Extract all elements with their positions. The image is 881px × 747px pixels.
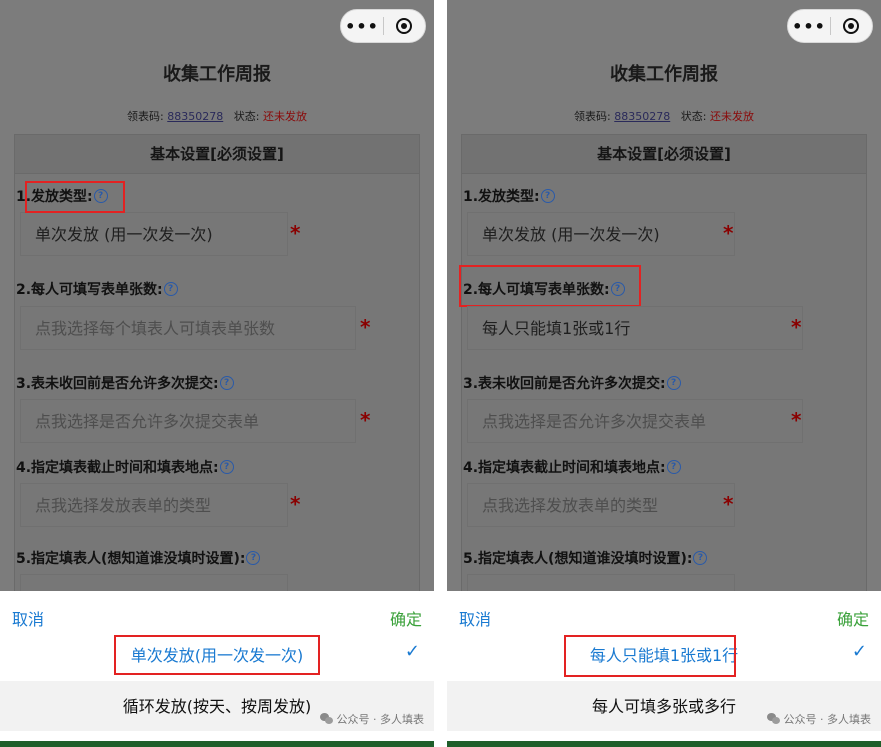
help-icon[interactable]: ? [246,551,261,565]
deadline-location-select[interactable]: 点我选择发放表单的类型 [20,483,288,527]
required-mark: * [360,315,371,339]
target-close-icon[interactable] [831,18,872,34]
form-code[interactable]: 88350278 [167,110,223,123]
required-mark: * [723,221,734,245]
form-meta: 领表码: 88350278 状态: 还未发放 [447,108,881,124]
help-icon[interactable]: ? [540,189,555,203]
phone-screen-left: ••• 收集工作周报 领表码: 88350278 状态: 还未发放 基本设置[必… [0,0,434,747]
question-multi-submit: 3.表未收回前是否允许多次提交: ? [463,373,681,393]
mini-program-capsule: ••• [787,9,873,43]
status-badge: 还未发放 [262,110,307,123]
issue-type-select[interactable]: 单次发放 (用一次发一次) [20,212,288,256]
issue-type-select[interactable]: 单次发放 (用一次发一次) [467,212,735,256]
question-label: 3.表未收回前是否允许多次提交: [16,376,219,392]
help-icon[interactable]: ? [163,282,178,296]
status-label: 状态: [233,110,260,123]
wechat-icon [319,713,334,725]
highlight-box [564,635,736,677]
sheets-per-person-select[interactable]: 点我选择每个填表人可填表单张数 [20,306,356,350]
check-icon: ✓ [851,641,867,662]
help-icon[interactable]: ? [666,376,681,390]
picker-sheet: 取消 确定 单次发放(用一次发一次) ✓ 循环发放(按天、按周发放) 公众号 ·… [0,591,434,747]
question-assign-fillers: 5.指定填表人(想知道谁没填时设置): ? [16,548,261,568]
question-label: 5.指定填表人(想知道谁没填时设置): [16,551,246,567]
required-mark: * [791,408,802,432]
required-mark: * [290,221,301,245]
multi-submit-select[interactable]: 点我选择是否允许多次提交表单 [20,399,356,443]
question-assign-fillers: 5.指定填表人(想知道谁没填时设置): ? [463,548,708,568]
form-meta: 领表码: 88350278 状态: 还未发放 [0,108,434,124]
question-deadline-location: 4.指定填表截止时间和填表地点: ? [16,457,234,477]
target-close-icon[interactable] [384,18,425,34]
help-icon[interactable]: ? [219,460,234,474]
mini-program-capsule: ••• [340,9,426,43]
status-badge: 还未发放 [709,110,754,123]
page-title: 收集工作周报 [163,64,271,85]
question-sheets-per-person: 2.每人可填写表单张数: ? [16,279,178,299]
more-dots-icon[interactable]: ••• [341,17,383,36]
question-deadline-location: 4.指定填表截止时间和填表地点: ? [463,457,681,477]
help-icon[interactable]: ? [666,460,681,474]
wechat-icon [766,713,781,725]
card-header: 基本设置[必须设置] [462,135,866,174]
watermark-text: 公众号 · 多人填表 [783,713,872,726]
question-multi-submit: 3.表未收回前是否允许多次提交: ? [16,373,234,393]
highlight-box [25,181,125,213]
picker-option[interactable]: 循环发放(按天、按周发放) 公众号 · 多人填表 [0,681,434,731]
question-label: 4.指定填表截止时间和填表地点: [463,460,666,476]
required-mark: * [723,492,734,516]
bottom-bar [0,741,434,747]
question-label: 5.指定填表人(想知道谁没填时设置): [463,551,693,567]
check-icon: ✓ [404,641,420,662]
picker-option[interactable]: 每人可填多张或多行 公众号 · 多人填表 [447,681,881,731]
highlight-box [459,265,641,307]
help-icon[interactable]: ? [693,551,708,565]
code-label: 领表码: [574,110,611,123]
required-mark: * [290,492,301,516]
required-mark: * [360,408,371,432]
question-label: 1.发放类型: [463,189,540,205]
question-issue-type: 1.发放类型: ? [463,186,555,206]
page-title: 收集工作周报 [610,64,718,85]
sheets-per-person-select[interactable]: 每人只能填1张或1行 [467,306,803,350]
question-label: 3.表未收回前是否允许多次提交: [463,376,666,392]
form-code[interactable]: 88350278 [614,110,670,123]
card-header: 基本设置[必须设置] [15,135,419,174]
help-icon[interactable]: ? [219,376,234,390]
multi-submit-select[interactable]: 点我选择是否允许多次提交表单 [467,399,803,443]
highlight-box [114,635,320,675]
phone-screen-right: ••• 收集工作周报 领表码: 88350278 状态: 还未发放 基本设置[必… [447,0,881,747]
required-mark: * [791,315,802,339]
bottom-bar [447,741,881,747]
status-label: 状态: [680,110,707,123]
question-label: 4.指定填表截止时间和填表地点: [16,460,219,476]
more-dots-icon[interactable]: ••• [788,17,830,36]
watermark: 公众号 · 多人填表 [766,711,872,727]
deadline-location-select[interactable]: 点我选择发放表单的类型 [467,483,735,527]
watermark: 公众号 · 多人填表 [319,711,425,727]
code-label: 领表码: [127,110,164,123]
question-label: 2.每人可填写表单张数: [16,282,163,298]
watermark-text: 公众号 · 多人填表 [336,713,425,726]
picker-sheet: 取消 确定 每人只能填1张或1行 ✓ 每人可填多张或多行 公众号 · 多人填表 [447,591,881,747]
